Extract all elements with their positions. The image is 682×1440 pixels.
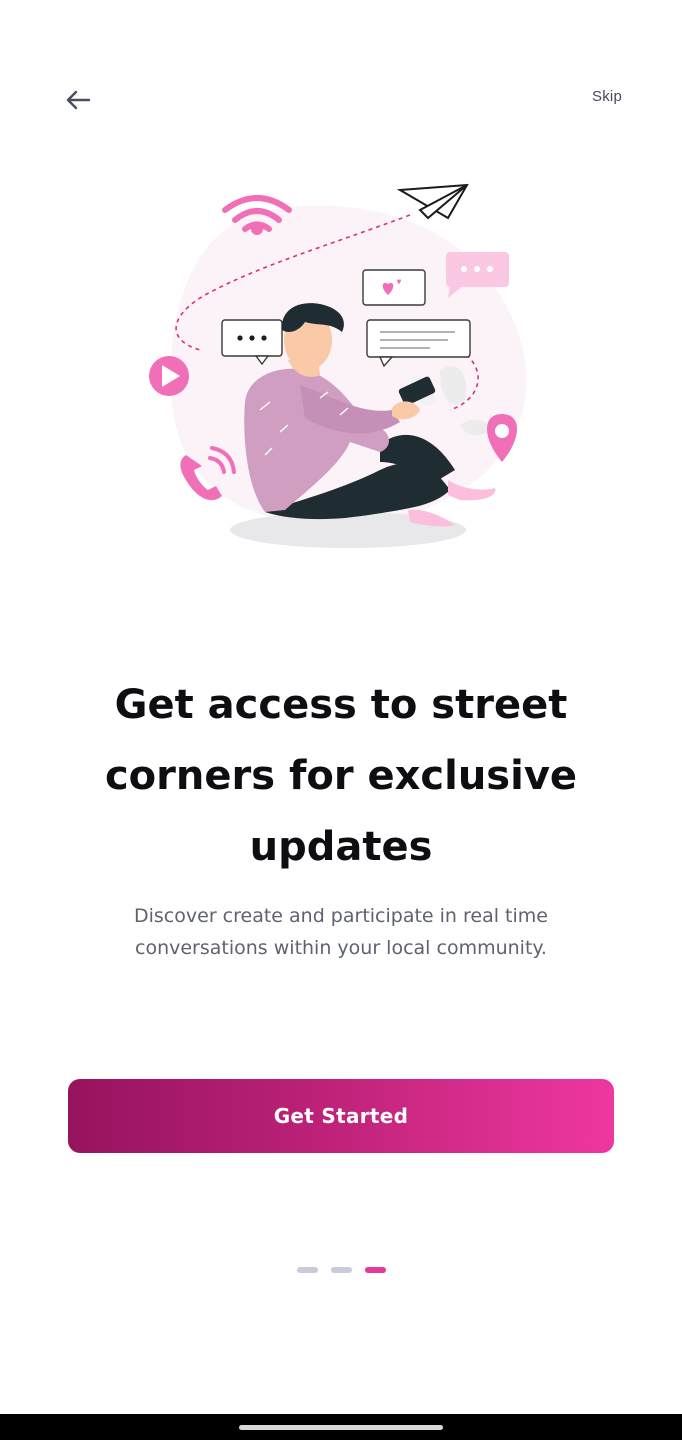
page-title: Get access to street corners for exclusi… bbox=[104, 682, 578, 870]
page-indicator-dot bbox=[330, 1267, 352, 1273]
page-indicator bbox=[0, 1267, 682, 1273]
person-with-phone-illustration bbox=[149, 183, 527, 548]
arrow-left-icon bbox=[66, 90, 91, 110]
get-started-button[interactable]: Get Started bbox=[68, 1079, 614, 1153]
top-bar: Skip bbox=[0, 0, 682, 140]
home-indicator[interactable] bbox=[239, 1425, 443, 1430]
page-subtitle: Discover create and participate in real … bbox=[134, 905, 548, 959]
page-indicator-dot-active bbox=[364, 1267, 386, 1273]
onboarding-illustration bbox=[130, 170, 550, 560]
heart-message-icon bbox=[362, 269, 426, 306]
skip-button[interactable]: Skip bbox=[592, 88, 622, 105]
page-indicator-dot bbox=[296, 1267, 318, 1273]
back-button[interactable] bbox=[56, 80, 100, 120]
paper-plane-icon bbox=[396, 183, 469, 220]
play-icon bbox=[149, 356, 189, 396]
system-navigation-bar bbox=[0, 1414, 682, 1440]
get-started-label: Get Started bbox=[273, 1104, 409, 1128]
